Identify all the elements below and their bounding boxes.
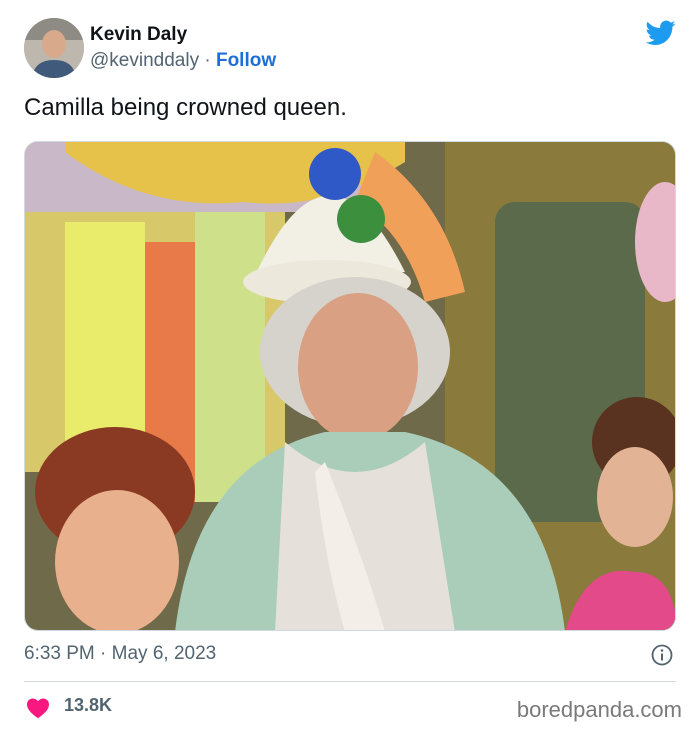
divider	[24, 681, 676, 682]
author-name[interactable]: Kevin Daly	[90, 24, 187, 46]
separator-dot: ·	[204, 50, 211, 71]
heart-icon[interactable]	[26, 697, 50, 719]
tweet-media-image[interactable]	[24, 141, 676, 631]
follow-button[interactable]: Follow	[216, 50, 276, 71]
avatar[interactable]	[24, 18, 84, 78]
author-handle[interactable]: @kevinddaly	[90, 50, 199, 71]
tweet-text: Camilla being crowned queen.	[24, 94, 347, 121]
info-icon[interactable]	[651, 644, 673, 666]
twitter-bird-icon[interactable]	[645, 20, 676, 46]
handle-row: @kevinddaly · Follow	[90, 50, 276, 72]
watermark: boredpanda.com	[516, 697, 682, 722]
tweet-timestamp[interactable]: 6:33 PM · May 6, 2023	[24, 643, 216, 665]
like-count[interactable]: 13.8K	[64, 695, 112, 716]
